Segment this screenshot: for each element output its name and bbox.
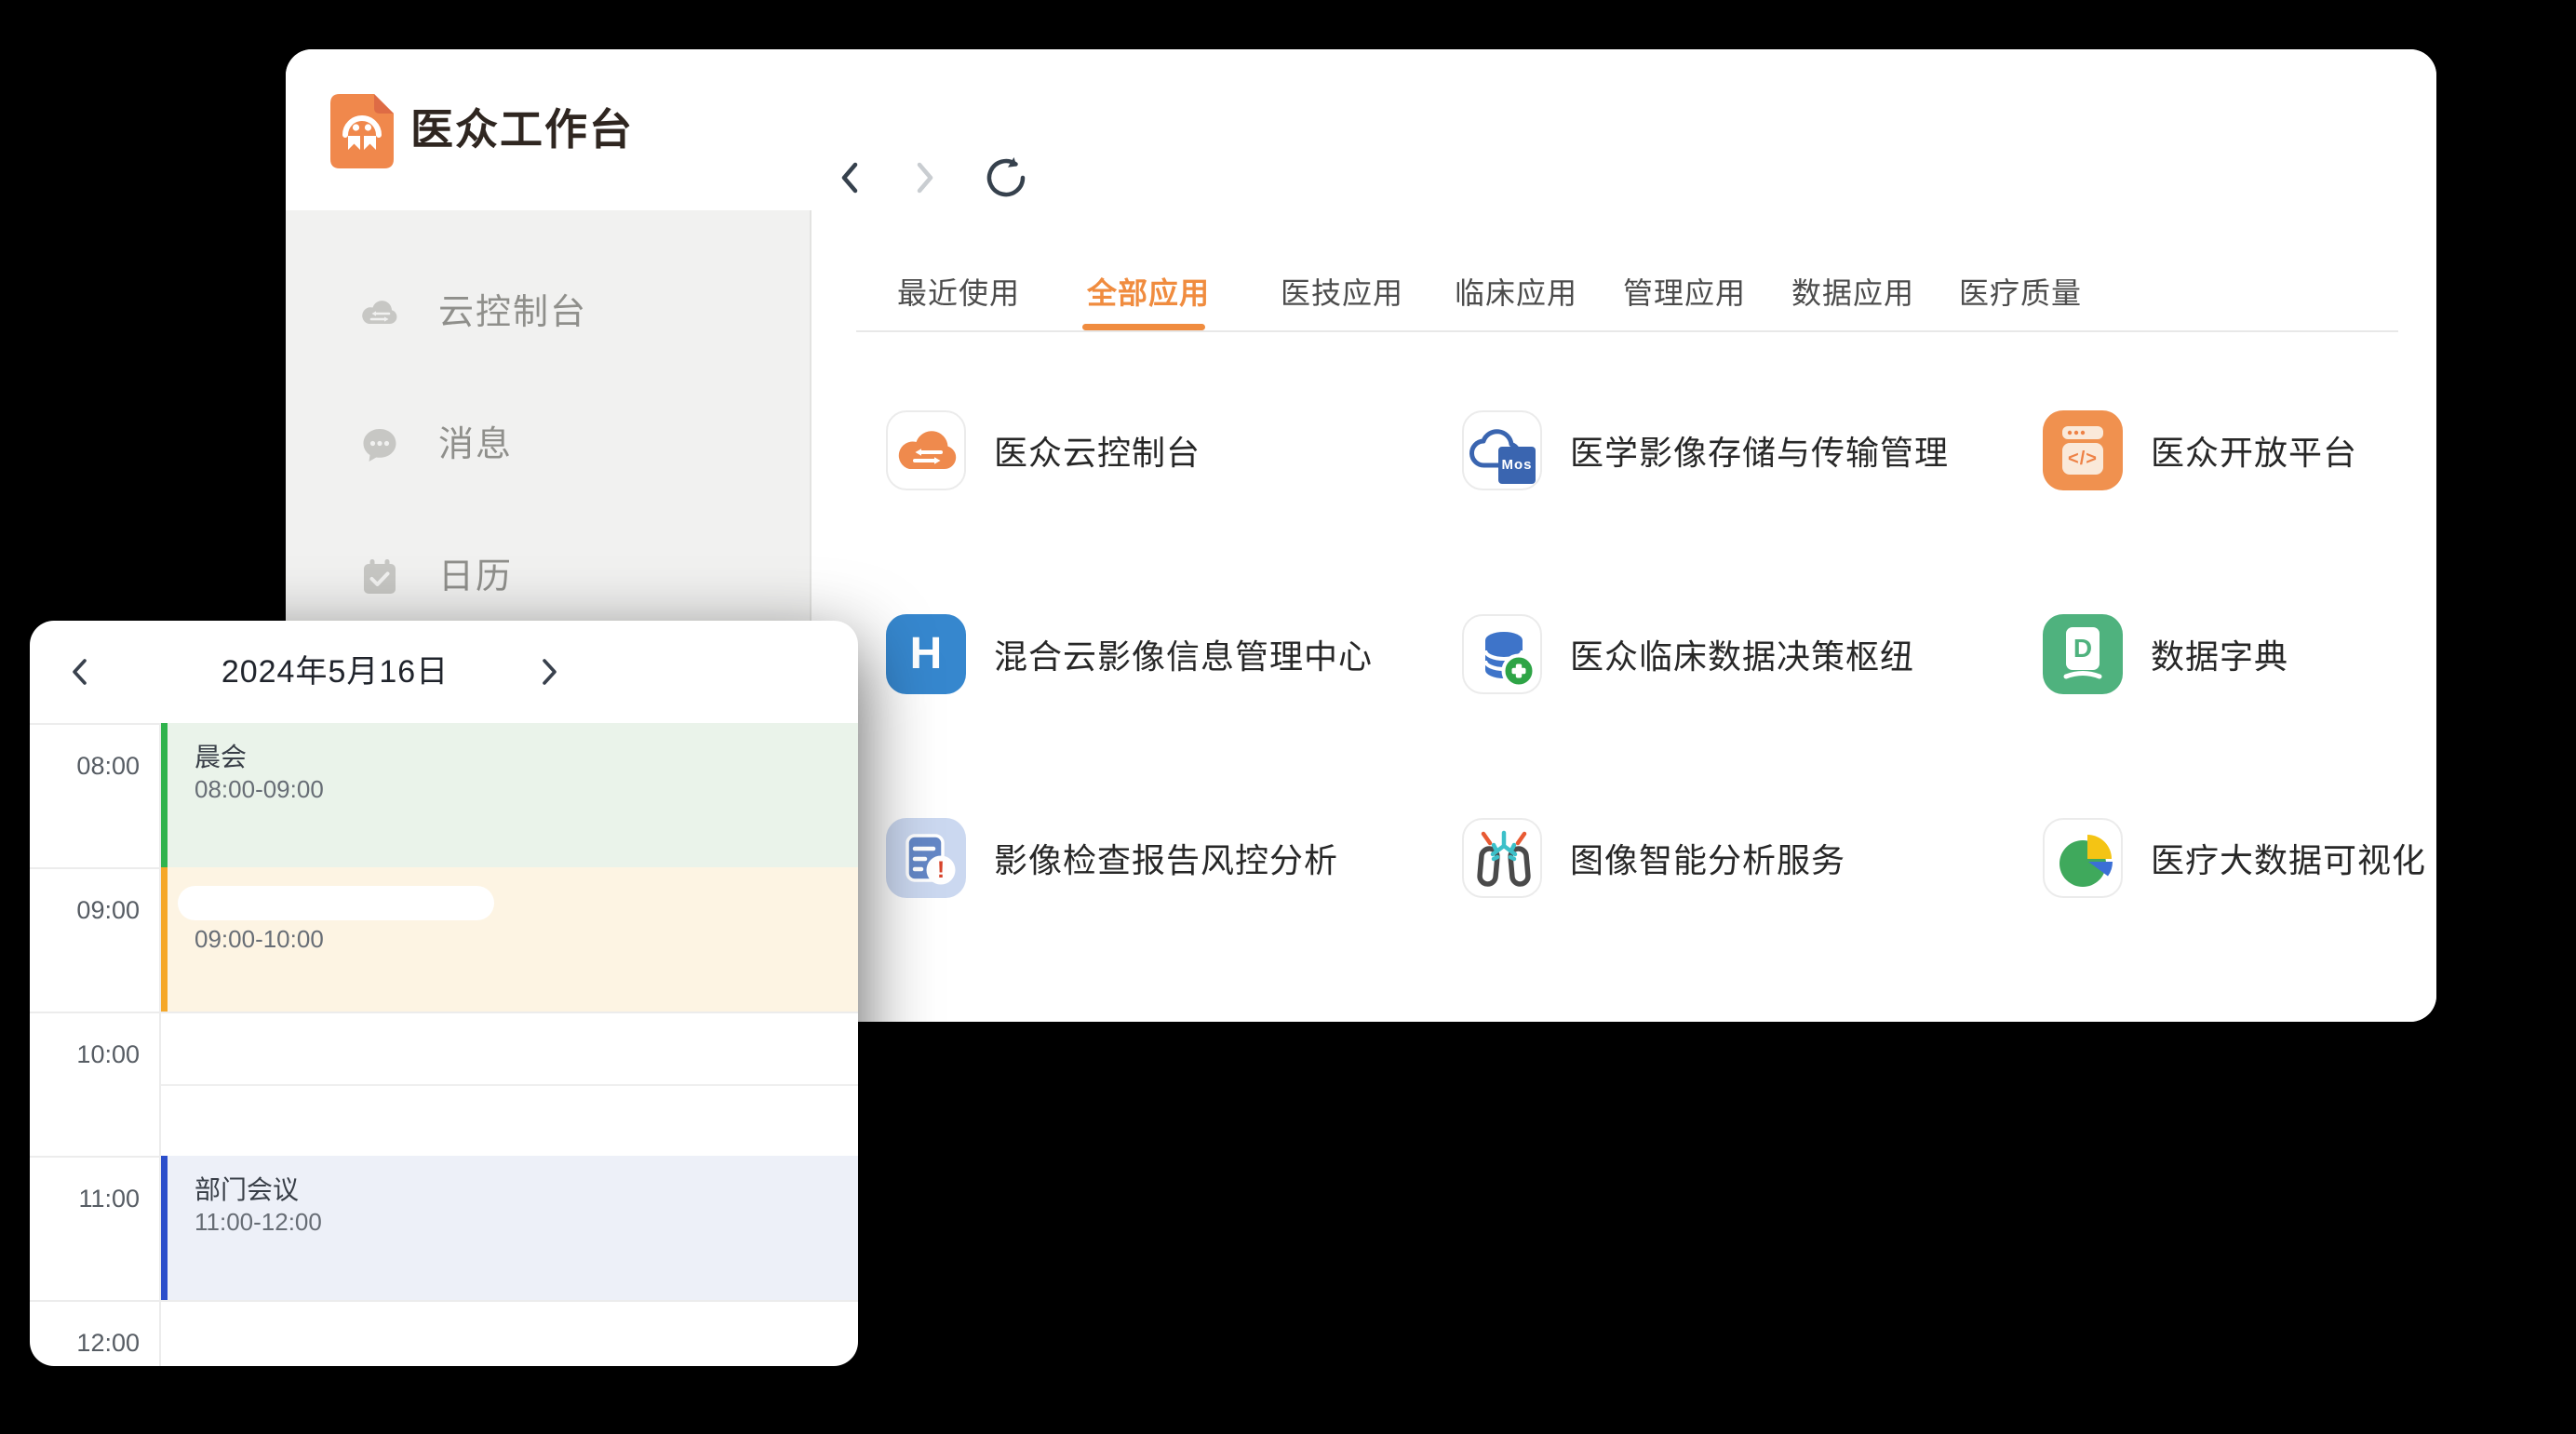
- app-label: 数据字典: [2151, 630, 2288, 678]
- event-time: 08:00-09:00: [195, 775, 324, 803]
- sidebar-item-messages[interactable]: 消息: [286, 419, 810, 471]
- forward-button[interactable]: [900, 154, 948, 202]
- app-open-platform[interactable]: </> 医众开放平台: [2043, 410, 2436, 490]
- active-tab-underline: [1082, 324, 1205, 330]
- tabs-divider: [856, 330, 2398, 332]
- app-imaging-storage-transfer[interactable]: Mos 医学影像存储与传输管理: [1462, 410, 2002, 490]
- redacted-event-title: [178, 886, 494, 920]
- exclamation-mark: !: [927, 856, 955, 884]
- app-logo-icon: [330, 94, 394, 168]
- calendar-date-label: 2024年5月16日: [184, 621, 486, 723]
- event-accent-bar: [161, 1156, 168, 1300]
- calendar-event-department-meeting[interactable]: 部门会议 11:00-12:00: [161, 1156, 858, 1300]
- time-label: 12:00: [30, 1326, 140, 1360]
- sidebar-item-label: 云控制台: [438, 287, 587, 339]
- calendar-panel: 2024年5月16日 08:00 09:00 10:00 11:00 12:00…: [30, 621, 858, 1366]
- back-button[interactable]: [826, 154, 875, 202]
- pie-chart-icon: [2043, 818, 2123, 898]
- chevron-right-icon: [900, 154, 948, 202]
- tab-clinical-apps[interactable]: 临床应用: [1455, 270, 1577, 316]
- app-label: 医学影像存储与传输管理: [1570, 426, 1949, 475]
- orange-cloud-transfer-icon: [886, 410, 966, 490]
- cloud-sliders-icon: [358, 291, 401, 334]
- time-label: 11:00: [30, 1182, 140, 1215]
- letter-h: H: [886, 614, 966, 694]
- app-label: 医众云控制台: [994, 426, 1201, 475]
- code-window-icon: </>: [2043, 410, 2123, 490]
- app-clinical-data-hub[interactable]: 医众临床数据决策枢纽: [1462, 614, 2002, 694]
- chevron-left-icon: [826, 154, 875, 202]
- event-title: 晨会: [195, 742, 247, 773]
- app-image-ai-analysis[interactable]: 图像智能分析服务: [1462, 818, 2002, 898]
- app-report-risk-analysis[interactable]: ! 影像检查报告风控分析: [886, 818, 1426, 898]
- calendar-event-redacted[interactable]: 09:00-10:00: [161, 867, 858, 1012]
- hour-gridline: [30, 1300, 858, 1302]
- tab-all-apps[interactable]: 全部应用: [1087, 270, 1210, 316]
- app-cloud-console[interactable]: 医众云控制台: [886, 410, 1426, 490]
- letter-h-tile-icon: H: [886, 614, 966, 694]
- event-accent-bar: [161, 867, 168, 1012]
- calendar-check-icon: [358, 556, 401, 598]
- event-time: 11:00-12:00: [195, 1208, 322, 1236]
- refresh-icon: [982, 154, 1030, 202]
- tab-medtech-apps[interactable]: 医技应用: [1281, 270, 1403, 316]
- calendar-day-grid: 08:00 09:00 10:00 11:00 12:00 晨会 08:00-0…: [30, 725, 858, 1366]
- chevron-right-icon: [523, 646, 575, 698]
- calendar-prev-day-button[interactable]: [54, 646, 106, 698]
- refresh-button[interactable]: [982, 154, 1030, 202]
- app-big-data-visualization[interactable]: 医疗大数据可视化: [2043, 818, 2436, 898]
- dictionary-book-icon: D: [2043, 614, 2123, 694]
- lungs-icon: [1462, 818, 1542, 898]
- app-label: 图像智能分析服务: [1570, 834, 1845, 882]
- sidebar-item-label: 日历: [438, 551, 513, 603]
- calendar-event-morning-meeting[interactable]: 晨会 08:00-09:00: [161, 723, 858, 867]
- calendar-next-day-button[interactable]: [523, 646, 575, 698]
- sidebar-item-label: 消息: [438, 419, 513, 471]
- desktop-background: { "window": { "title": "医众工作台", "nav": {…: [0, 0, 2576, 1434]
- tab-data-apps[interactable]: 数据应用: [1791, 270, 1914, 316]
- event-title: 部门会议: [195, 1174, 299, 1206]
- mos-badge: Mos: [1498, 447, 1536, 484]
- tab-recently-used[interactable]: 最近使用: [897, 270, 1020, 316]
- tab-quality-apps[interactable]: 医疗质量: [1959, 270, 2082, 316]
- chat-bubble-icon: [358, 423, 401, 466]
- time-label: 08:00: [30, 749, 140, 783]
- app-hybrid-cloud-imaging-center[interactable]: H 混合云影像信息管理中心: [886, 614, 1426, 694]
- app-content: 最近使用 全部应用 医技应用 临床应用 管理应用 数据应用 医疗质量 医众云控制…: [812, 210, 2436, 1022]
- app-label: 影像检查报告风控分析: [994, 834, 1338, 882]
- window-header: 医众工作台: [286, 49, 2436, 210]
- app-label: 混合云影像信息管理中心: [994, 630, 1373, 678]
- app-label: 医众开放平台: [2151, 426, 2357, 475]
- blue-cloud-storage-icon: Mos: [1462, 410, 1542, 490]
- half-hour-gridline: [161, 1084, 858, 1086]
- time-gutter-divider: [159, 725, 161, 1366]
- letter-d: D: [2066, 629, 2100, 668]
- event-time: 09:00-10:00: [195, 925, 324, 953]
- report-alert-icon: !: [886, 818, 966, 898]
- window-title: 医众工作台: [410, 49, 634, 210]
- event-accent-bar: [161, 723, 168, 867]
- sidebar-item-cloud-console[interactable]: 云控制台: [286, 287, 810, 339]
- hour-gridline: [30, 1012, 858, 1013]
- app-data-dictionary[interactable]: D 数据字典: [2043, 614, 2436, 694]
- app-label: 医疗大数据可视化: [2151, 834, 2426, 882]
- time-label: 09:00: [30, 893, 140, 927]
- app-label: 医众临床数据决策枢纽: [1570, 630, 1914, 678]
- database-plus-icon: [1462, 614, 1542, 694]
- sidebar-item-calendar[interactable]: 日历: [286, 551, 810, 603]
- tab-management-apps[interactable]: 管理应用: [1623, 270, 1746, 316]
- chevron-left-icon: [54, 646, 106, 698]
- time-label: 10:00: [30, 1038, 140, 1071]
- calendar-header: 2024年5月16日: [30, 621, 858, 723]
- code-glyph: </>: [2062, 444, 2103, 474]
